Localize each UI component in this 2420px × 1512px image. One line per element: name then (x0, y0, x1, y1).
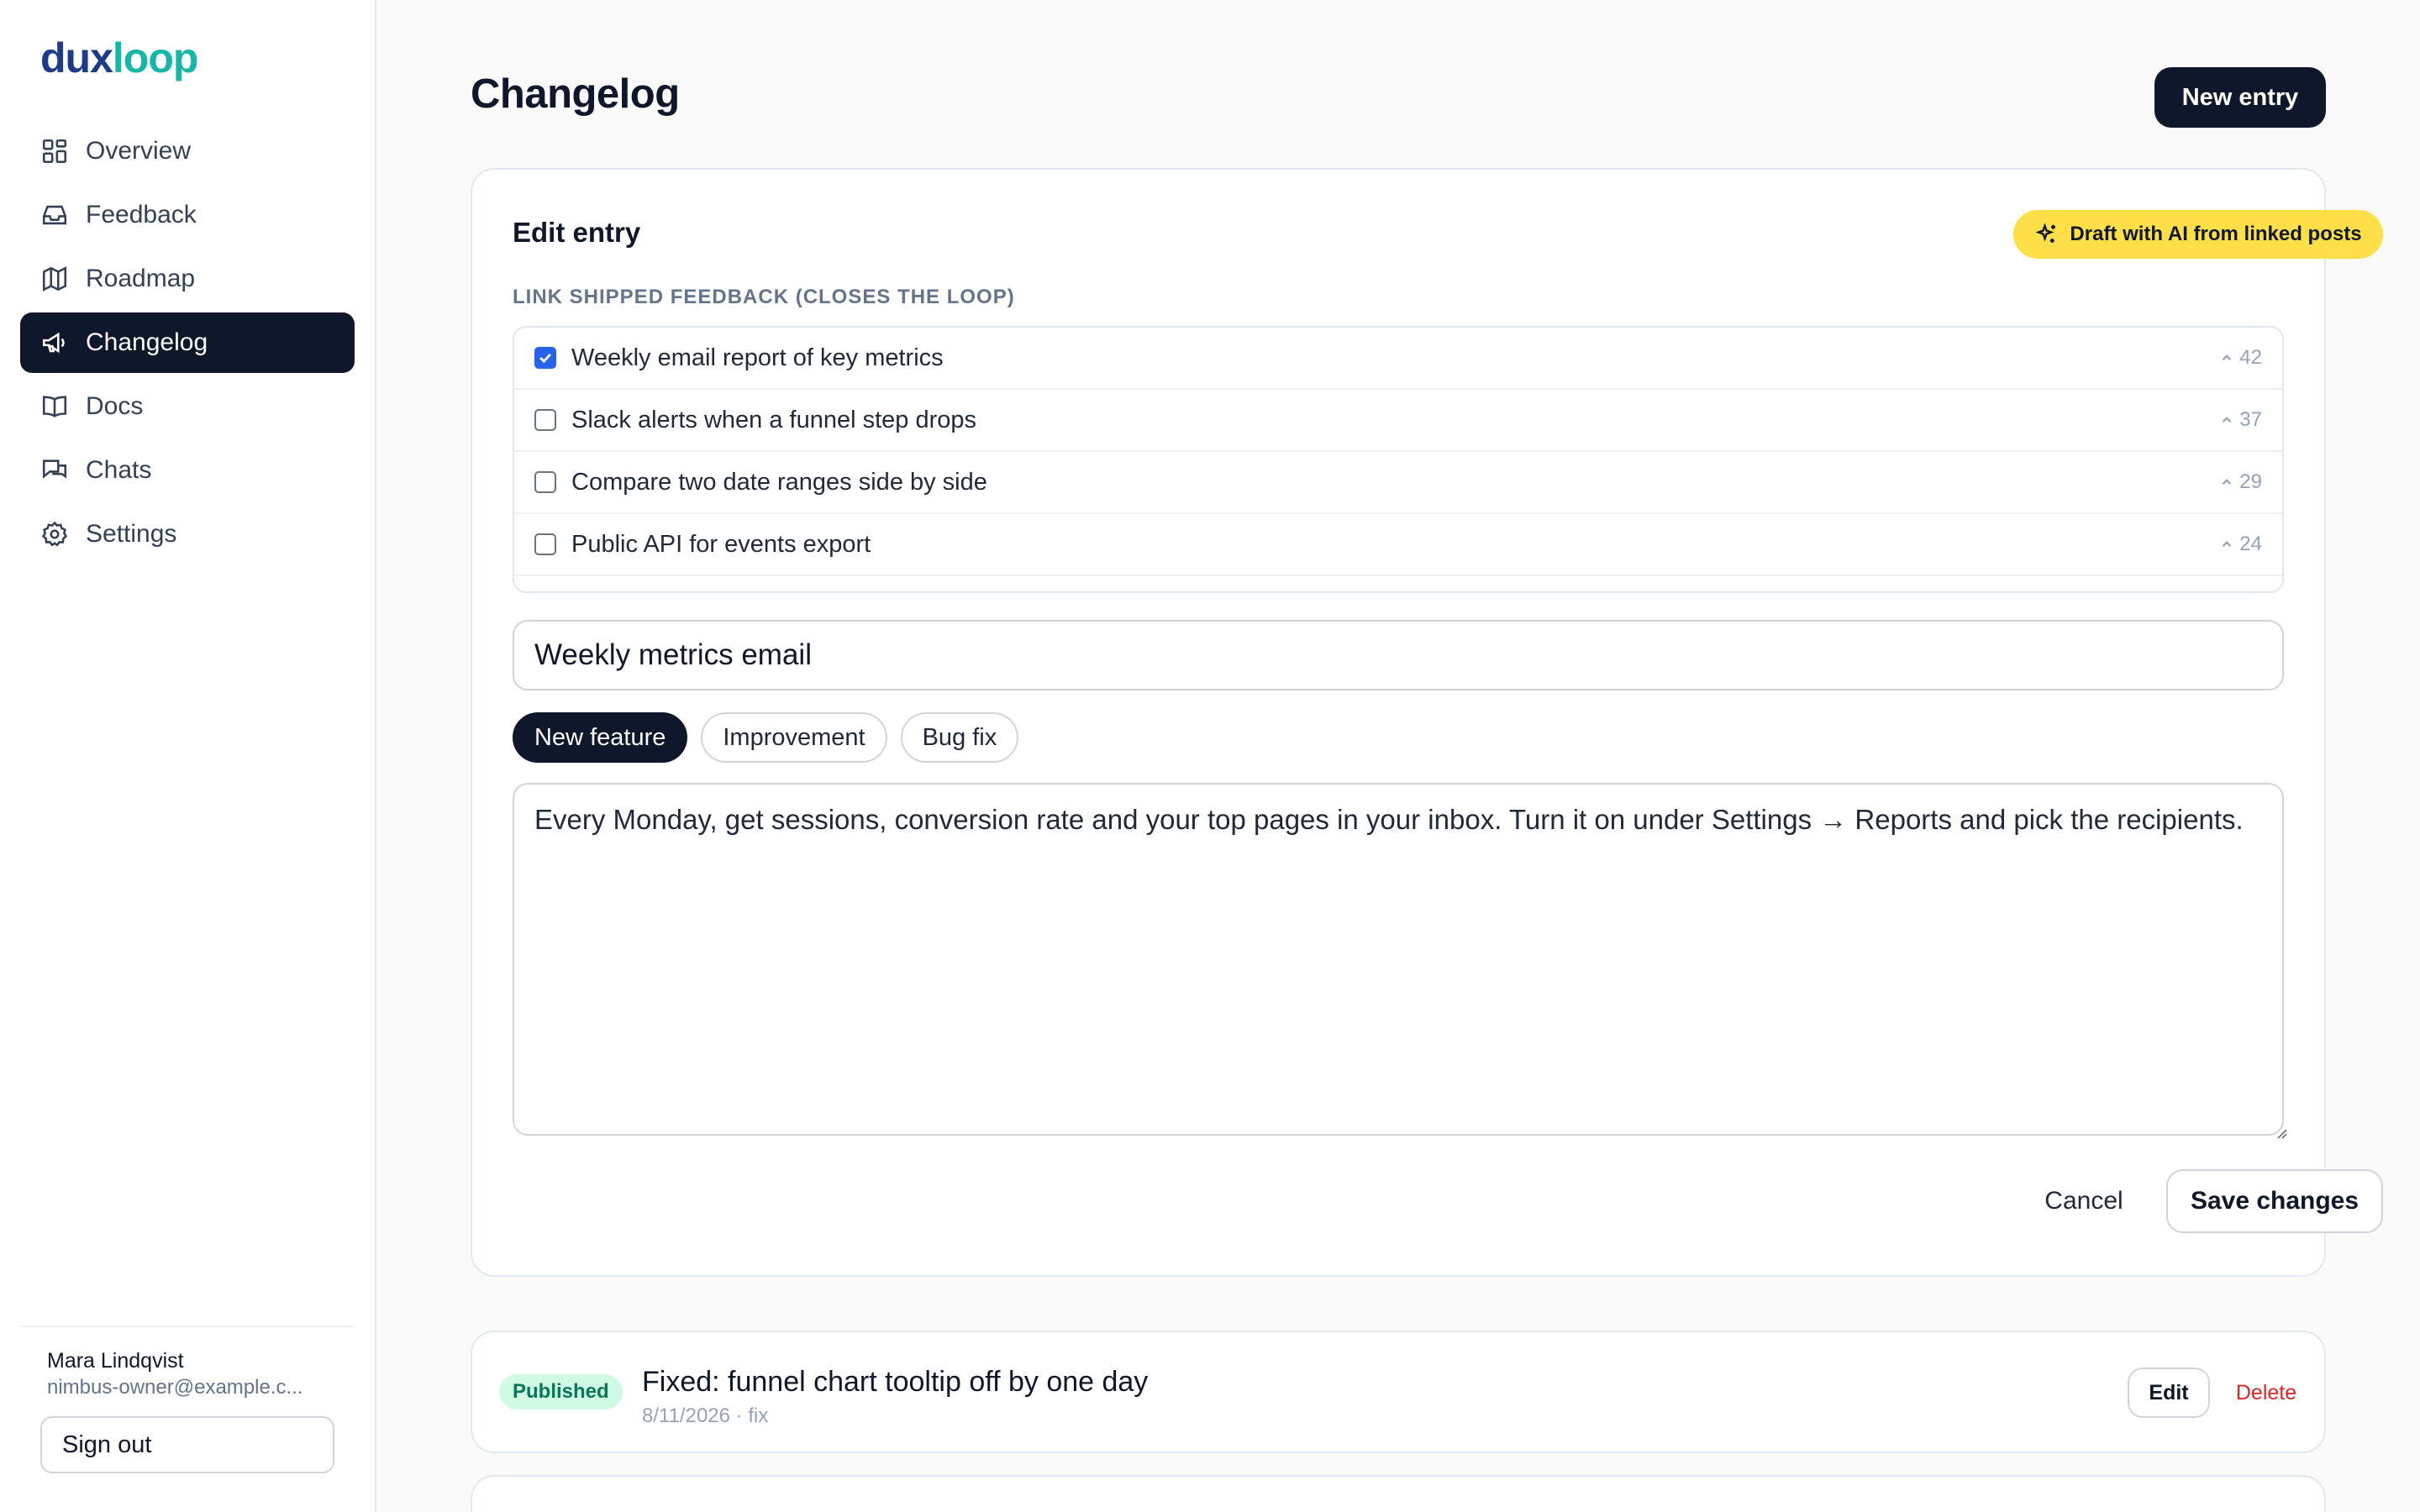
cancel-button[interactable]: Cancel (2033, 1169, 2134, 1233)
sidebar-footer: Mara Lindqvist nimbus-owner@example.c...… (20, 1326, 355, 1512)
changelog-entry: Published Fixed: funnel chart tooltip of… (471, 1331, 2326, 1453)
entry-meta: 8/11/2026 · fix (642, 1404, 769, 1427)
sidebar-item-label: Chats (86, 456, 152, 484)
sidebar-item-label: Settings (86, 520, 177, 548)
sidebar-item-label: Changelog (86, 328, 208, 356)
chevron-up-icon (2223, 479, 2232, 486)
type-new-feature-chip[interactable]: New feature (513, 712, 688, 763)
linked-feedback-list[interactable]: Weekly email report of key metrics 42 Sl… (513, 326, 2284, 593)
vote-count-value: 42 (2239, 346, 2262, 369)
feedback-title: Public API for events export (571, 530, 871, 558)
megaphone-icon (40, 328, 69, 357)
sidebar-item-roadmap[interactable]: Roadmap (20, 249, 355, 309)
feedback-title: Compare two date ranges side by side (571, 468, 987, 496)
main-content: Changelog New entry Edit entry Draft wit… (376, 0, 2420, 1512)
sidebar-item-label: Roadmap (86, 265, 196, 292)
feedback-checkbox[interactable] (534, 347, 556, 369)
inbox-icon (40, 201, 69, 229)
resize-handle-icon[interactable] (2274, 1126, 2287, 1139)
list-item[interactable]: Public API for events export 24 (514, 514, 2282, 576)
sidebar-item-label: Feedback (86, 201, 197, 228)
logo-text-part2: loop (112, 34, 199, 81)
page-title: Changelog (471, 71, 680, 117)
save-changes-button[interactable]: Save changes (2166, 1169, 2383, 1233)
sparkles-icon (2035, 223, 2056, 243)
sidebar: duxloop Overview Feedback Roadmap Change… (0, 0, 376, 1512)
sidebar-item-label: Docs (86, 392, 144, 420)
sidebar-item-label: Overview (86, 137, 192, 165)
vote-count: 24 (2219, 533, 2262, 556)
user-email: nimbus-owner@example.c... (47, 1376, 303, 1399)
sidebar-item-settings[interactable]: Settings (20, 504, 355, 564)
feedback-checkbox[interactable] (534, 471, 556, 493)
book-icon (40, 392, 69, 421)
gear-icon (40, 520, 69, 549)
feedback-checkbox[interactable] (534, 533, 556, 555)
feedback-title: Weekly email report of key metrics (571, 344, 944, 371)
entry-title: Fixed: funnel chart tooltip off by one d… (642, 1366, 1149, 1398)
edit-entry-card: Edit entry Draft with AI from linked pos… (471, 168, 2383, 1277)
chat-icon (40, 456, 69, 485)
vote-count: 37 (2219, 408, 2262, 432)
chevron-up-icon (2223, 417, 2232, 423)
changelog-entry (471, 1475, 2326, 1512)
logo[interactable]: duxloop (40, 34, 199, 82)
status-badge: Published (499, 1374, 623, 1410)
feedback-title: Slack alerts when a funnel step drops (571, 406, 976, 433)
chevron-up-icon (2223, 354, 2232, 361)
sign-out-button[interactable]: Sign out (40, 1416, 334, 1473)
feedback-checkbox[interactable] (534, 409, 556, 431)
list-item[interactable]: Slack alerts when a funnel step drops 37 (514, 390, 2282, 452)
sidebar-item-feedback[interactable]: Feedback (20, 185, 355, 245)
grid-icon (40, 137, 69, 165)
vote-count-value: 24 (2239, 533, 2262, 555)
type-improvement-chip[interactable]: Improvement (701, 712, 887, 763)
sidebar-nav: Overview Feedback Roadmap Changelog Docs… (20, 121, 355, 568)
sidebar-item-overview[interactable]: Overview (20, 121, 355, 181)
entry-body-textarea[interactable]: Every Monday, get sessions, conversion r… (513, 783, 2284, 1136)
sidebar-item-chats[interactable]: Chats (20, 440, 355, 501)
chevron-up-icon (2223, 541, 2232, 548)
vote-count: 42 (2219, 346, 2262, 370)
logo-text-part1: dux (40, 34, 113, 81)
vote-count-value: 37 (2239, 408, 2262, 431)
map-icon (40, 265, 69, 293)
draft-with-ai-label: Draft with AI from linked posts (2070, 223, 2362, 245)
link-feedback-label: LINK SHIPPED FEEDBACK (CLOSES THE LOOP) (513, 286, 1015, 308)
entry-type-selector: New feature Improvement Bug fix (513, 712, 1032, 763)
vote-count: 29 (2219, 470, 2262, 494)
sidebar-item-docs[interactable]: Docs (20, 376, 355, 437)
vote-count-value: 29 (2239, 470, 2262, 493)
delete-button[interactable]: Delete (2228, 1368, 2304, 1418)
user-name: Mara Lindqvist (47, 1349, 184, 1373)
list-item[interactable]: Compare two date ranges side by side 29 (514, 452, 2282, 514)
draft-with-ai-button[interactable]: Draft with AI from linked posts (2013, 210, 2383, 259)
type-bug-fix-chip[interactable]: Bug fix (900, 712, 1019, 763)
entry-title-input[interactable] (513, 620, 2284, 690)
app-root: duxloop Overview Feedback Roadmap Change… (0, 0, 2420, 1512)
list-item[interactable]: Weekly email report of key metrics 42 (514, 328, 2282, 390)
edit-button[interactable]: Edit (2128, 1368, 2210, 1418)
edit-entry-title: Edit entry (513, 217, 641, 248)
new-entry-button[interactable]: New entry (2154, 67, 2326, 128)
check-icon (539, 353, 551, 364)
sidebar-item-changelog[interactable]: Changelog (20, 312, 355, 373)
